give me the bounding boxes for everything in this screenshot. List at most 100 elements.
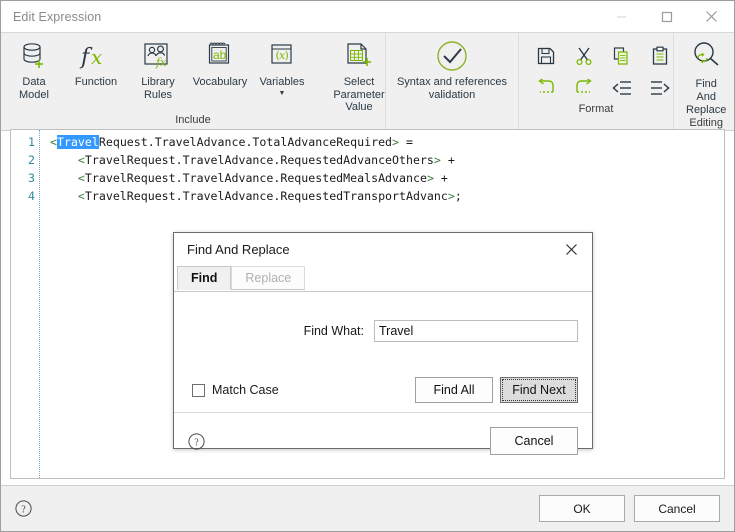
paste-icon <box>652 46 668 65</box>
code-line: <TravelRequest.TravelAdvance.TotalAdvanc… <box>50 133 724 151</box>
minimize-icon <box>617 16 626 18</box>
decrease-indent-icon <box>612 81 631 95</box>
footer-buttons: OK Cancel <box>539 495 720 522</box>
select-parameter-value-icon <box>343 39 375 73</box>
variables-x-icon: ( x ) <box>267 39 297 73</box>
undo-icon <box>538 79 554 93</box>
database-add-icon <box>20 39 48 73</box>
tab-find[interactable]: Find <box>177 266 232 290</box>
code-token: > <box>392 135 400 149</box>
line-number: 2 <box>28 153 35 167</box>
cut-button[interactable] <box>567 41 601 71</box>
ribbon-group-include-buttons: Data Model f x Function fx Library Rules… <box>3 33 385 114</box>
code-token: > <box>433 153 441 167</box>
redo-icon <box>576 79 592 93</box>
svg-text:?: ? <box>21 504 26 515</box>
code-token: + <box>440 153 455 167</box>
function-button[interactable]: f x Function <box>65 33 127 89</box>
selected-text: Travel <box>56 135 99 149</box>
syntax-validation-label: Syntax and references validation <box>396 76 508 101</box>
ribbon-group-editing: Find And Replace Editing <box>674 33 734 130</box>
dialog-cancel-button[interactable]: Cancel <box>490 427 578 455</box>
copy-icon <box>613 47 628 65</box>
code-line: <TravelRequest.TravelAdvance.RequestedAd… <box>50 151 724 169</box>
code-token: < <box>77 153 85 167</box>
dialog-buttons: Find All Find Next <box>415 377 578 403</box>
ribbon-group-include-label: Include <box>175 114 211 126</box>
dialog-close-button[interactable] <box>554 236 588 264</box>
increase-indent-button[interactable] <box>643 73 677 103</box>
code-token: < <box>77 171 85 185</box>
find-replace-icon <box>689 39 723 76</box>
window-footer: ? OK Cancel <box>1 485 734 531</box>
paste-button[interactable] <box>643 41 677 71</box>
find-what-row: Find What: <box>174 320 578 342</box>
code-token: > <box>447 189 455 203</box>
check-circle-icon <box>435 39 469 73</box>
ribbon-group-validation: Syntax and references validation <box>386 33 519 130</box>
find-next-button[interactable]: Find Next <box>500 377 578 403</box>
code-line: <TravelRequest.TravelAdvance.RequestedTr… <box>50 187 724 205</box>
vocabulary-button[interactable]: ab Vocabulary <box>189 33 251 89</box>
cut-scissors-icon <box>576 47 592 66</box>
find-all-button[interactable]: Find All <box>415 377 493 403</box>
cancel-button[interactable]: Cancel <box>634 495 720 522</box>
close-button[interactable] <box>689 1 734 32</box>
code-token: < <box>77 189 85 203</box>
close-icon <box>706 11 717 22</box>
maximize-button[interactable] <box>644 1 689 32</box>
help-circle-icon[interactable]: ? <box>15 500 32 517</box>
function-label: Function <box>74 76 118 88</box>
minimize-button[interactable] <box>599 1 644 32</box>
redo-button[interactable] <box>567 73 601 103</box>
vocabulary-label: Vocabulary <box>192 76 248 88</box>
ok-button[interactable]: OK <box>539 495 625 522</box>
maximize-icon <box>661 11 672 22</box>
match-case-checkbox-wrap[interactable]: Match Case <box>174 383 279 397</box>
code-token: > <box>426 171 434 185</box>
help-circle-icon[interactable]: ? <box>188 432 205 450</box>
find-what-label: Find What: <box>303 324 364 338</box>
format-icon-grid <box>521 33 671 103</box>
library-rules-label: Library Rules <box>141 76 175 101</box>
svg-text:ab: ab <box>213 48 227 62</box>
undo-button[interactable] <box>529 73 563 103</box>
dialog-title-bar: Find And Replace <box>174 233 592 266</box>
save-button[interactable] <box>529 41 563 71</box>
variables-button[interactable]: ( x ) Variables ▼ <box>251 33 313 97</box>
data-model-label: Data Model <box>19 76 49 101</box>
code-token: + <box>433 171 448 185</box>
code-token: Request.TravelAdvance.TotalAdvanceRequir… <box>98 135 393 149</box>
save-icon <box>537 47 555 65</box>
dialog-title: Find And Replace <box>187 242 290 257</box>
line-number-gutter: 1 2 3 4 <box>11 130 40 478</box>
library-rules-button[interactable]: fx Library Rules <box>127 33 189 101</box>
find-what-input[interactable] <box>374 320 578 342</box>
syntax-validation-button[interactable]: Syntax and references validation <box>388 33 516 101</box>
tab-replace[interactable]: Replace <box>231 266 306 290</box>
code-line: <TravelRequest.TravelAdvance.RequestedMe… <box>50 169 724 187</box>
dialog-footer: ? Cancel <box>174 413 592 469</box>
ribbon-group-include: Data Model f x Function fx Library Rules… <box>1 33 386 130</box>
svg-text:?: ? <box>194 437 199 448</box>
code-token: < <box>50 135 57 149</box>
ribbon-group-format-label: Format <box>578 103 614 115</box>
find-and-replace-button[interactable]: Find And Replace <box>676 33 734 117</box>
line-number: 4 <box>28 189 35 203</box>
chevron-down-icon[interactable]: ▼ <box>279 90 286 97</box>
code-token: TravelRequest.TravelAdvance.RequestedAdv… <box>84 153 434 167</box>
dialog-action-row: Match Case Find All Find Next <box>174 377 578 403</box>
match-case-checkbox[interactable] <box>192 383 205 397</box>
line-number: 3 <box>28 171 35 185</box>
dialog-body: Find What: Match Case Find All Find Next <box>174 292 592 413</box>
close-icon <box>565 244 577 255</box>
data-model-button[interactable]: Data Model <box>3 33 65 101</box>
svg-text:): ) <box>285 49 289 62</box>
code-token: TravelRequest.TravelAdvance.RequestedTra… <box>84 189 448 203</box>
code-token: ; <box>454 189 462 203</box>
find-and-replace-label: Find And Replace <box>686 78 727 116</box>
copy-button[interactable] <box>605 41 639 71</box>
find-and-replace-dialog: Find And Replace Find Replace Find What:… <box>173 232 593 455</box>
decrease-indent-button[interactable] <box>605 73 639 103</box>
match-case-label: Match Case <box>212 383 279 397</box>
